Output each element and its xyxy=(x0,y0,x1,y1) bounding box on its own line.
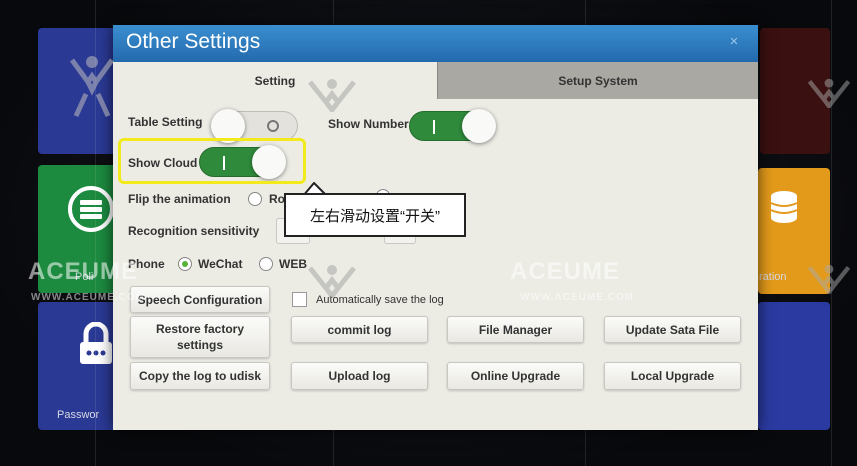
tab-setup-system[interactable]: Setup System xyxy=(437,62,758,99)
bg-tile-right-bottom[interactable] xyxy=(758,302,830,430)
show-number-toggle[interactable] xyxy=(409,109,496,143)
auto-save-log-checkbox[interactable] xyxy=(292,292,307,307)
show-number-label: Show Number xyxy=(328,117,409,131)
phone-wechat-label: WeChat xyxy=(198,257,243,271)
toggle-on-mark-icon xyxy=(433,120,435,134)
flip-animation-option-label: Ro xyxy=(269,192,285,206)
dialog-title-bar: Other Settings ✕ xyxy=(113,25,758,62)
flip-animation-label: Flip the animation xyxy=(128,192,231,206)
bg-tile-label-right: ration xyxy=(759,271,787,283)
dialog-title: Other Settings xyxy=(126,30,261,53)
restore-factory-label-line1: Restore factory xyxy=(155,322,245,336)
phone-web-radio[interactable] xyxy=(259,257,273,271)
speech-configuration-button[interactable]: Speech Configuration xyxy=(130,286,270,313)
restore-factory-button[interactable]: Restore factory settings xyxy=(130,316,270,358)
tab-setting[interactable]: Setting xyxy=(113,62,437,99)
bg-tile-label-password: Passwor xyxy=(57,409,100,421)
watermark-url: WWW.ACEUME.COM xyxy=(31,292,145,303)
lock-icon xyxy=(80,322,112,364)
table-setting-toggle[interactable] xyxy=(211,109,298,143)
phone-wechat-radio[interactable] xyxy=(178,257,192,271)
watermark-brand: ACEUME xyxy=(28,258,139,285)
watermark-brand: ACEUME xyxy=(510,258,621,285)
upload-log-button[interactable]: Upload log xyxy=(291,362,428,390)
online-upgrade-button[interactable]: Online Upgrade xyxy=(447,362,584,390)
watermark-logo-icon xyxy=(308,79,356,112)
commit-log-button[interactable]: commit log xyxy=(291,316,428,343)
flip-animation-radio[interactable] xyxy=(248,192,262,206)
server-icon xyxy=(68,186,114,232)
toggle-off-mark-icon xyxy=(267,120,279,132)
watermark-url: WWW.ACEUME.COM xyxy=(520,292,634,303)
close-icon[interactable]: ✕ xyxy=(728,36,740,48)
watermark-logo-icon xyxy=(807,264,851,294)
watermark-logo-icon xyxy=(69,56,115,118)
watermark-logo-icon xyxy=(807,78,851,108)
instruction-callout: 左右滑动设置“开关” xyxy=(284,193,466,237)
recognition-sensitivity-label: Recognition sensitivity xyxy=(128,224,260,238)
phone-web-label: WEB xyxy=(279,257,307,271)
database-icon xyxy=(770,191,798,223)
watermark-logo-icon xyxy=(308,265,356,298)
guide-line xyxy=(831,0,832,466)
toggle-knob[interactable] xyxy=(462,109,496,143)
file-manager-button[interactable]: File Manager xyxy=(447,316,584,343)
restore-factory-label-line2: settings xyxy=(176,338,223,352)
copy-log-to-udisk-button[interactable]: Copy the log to udisk xyxy=(130,362,270,390)
show-cloud-highlight xyxy=(118,138,306,184)
local-upgrade-button[interactable]: Local Upgrade xyxy=(604,362,741,390)
update-sata-file-button[interactable]: Update Sata File xyxy=(604,316,741,343)
table-setting-label: Table Setting xyxy=(128,115,203,129)
